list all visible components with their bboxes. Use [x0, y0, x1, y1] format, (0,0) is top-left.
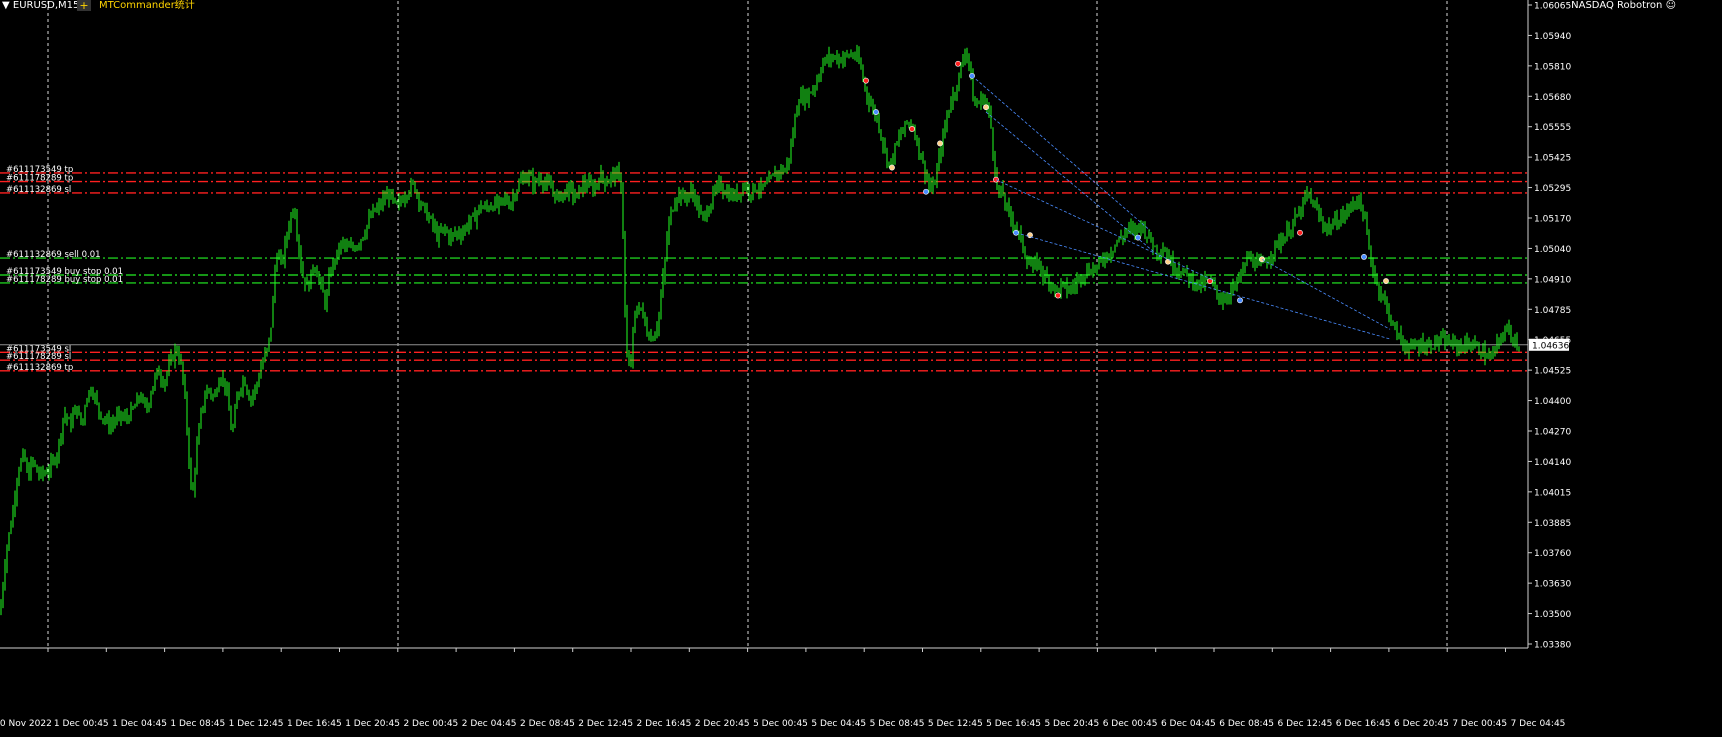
price-tick-label: 1.06065	[1534, 2, 1571, 12]
time-tick-label: 2 Dec 16:45	[637, 719, 692, 729]
trade-marker	[1237, 297, 1243, 304]
order-line-label: #611132869 sl	[6, 185, 71, 195]
add-indicator-button[interactable]: +	[77, 0, 91, 11]
time-tick-label: 6 Dec 00:45	[1103, 719, 1158, 729]
trade-marker	[1361, 254, 1367, 260]
chart-background	[0, 0, 1722, 734]
time-tick-label: 6 Dec 20:45	[1394, 719, 1449, 729]
order-line-label: #611178289 tp	[6, 174, 73, 184]
trade-marker	[983, 104, 989, 111]
price-tick-label: 1.05295	[1534, 184, 1571, 194]
price-tick-label: 1.03380	[1534, 641, 1571, 651]
trade-marker	[937, 140, 943, 147]
price-tick-label: 1.05940	[1534, 32, 1571, 42]
price-chart[interactable]: #611173549 tp#611178289 tp#611132869 sl#…	[0, 0, 1722, 734]
time-tick-label: 1 Dec 00:45	[54, 719, 109, 729]
time-tick-label: 7 Dec 04:45	[1511, 719, 1566, 729]
time-tick-label: 6 Dec 16:45	[1336, 719, 1391, 729]
price-tick-label: 1.03500	[1534, 610, 1571, 620]
price-tick-label: 1.04015	[1534, 488, 1571, 498]
expert-advisor-name: MTCommander统计	[99, 0, 195, 11]
order-line-label: #611132869 tp	[6, 363, 73, 373]
time-tick-label: 5 Dec 16:45	[986, 719, 1041, 729]
price-tick-label: 1.05680	[1534, 93, 1571, 103]
time-tick-label: 1 Dec 16:45	[287, 719, 342, 729]
time-tick-label: 2 Dec 20:45	[695, 719, 750, 729]
trade-marker	[993, 176, 999, 183]
price-tick-label: 1.05170	[1534, 215, 1571, 225]
time-tick-label: 2 Dec 04:45	[462, 719, 517, 729]
robot-status-label: NASDAQ Robotron ☺	[1571, 0, 1676, 11]
time-tick-label: 2 Dec 08:45	[520, 719, 575, 729]
trade-marker	[889, 164, 895, 171]
trade-marker	[923, 188, 929, 195]
price-tick-label: 1.05810	[1534, 62, 1571, 72]
time-tick-label: 2 Dec 00:45	[403, 719, 458, 729]
time-tick-label: 5 Dec 20:45	[1044, 719, 1099, 729]
price-tick-label: 1.04785	[1534, 306, 1571, 316]
price-tick-label: 1.04400	[1534, 397, 1571, 407]
time-tick-label: 5 Dec 08:45	[870, 719, 925, 729]
order-line-label: #611132869 sell 0.01	[6, 250, 101, 260]
time-tick-label: 7 Dec 00:45	[1452, 719, 1507, 729]
time-tick-label: 1 Dec 08:45	[170, 719, 225, 729]
symbol-text: EURUSD,M15	[12, 0, 80, 11]
time-tick-label: 6 Dec 12:45	[1278, 719, 1333, 729]
trade-marker	[1297, 229, 1303, 236]
chart-area[interactable]: #611173549 tp #611178289 tp #611132869 sl #…	[0, 0, 1722, 734]
price-tick-label: 1.04910	[1534, 275, 1571, 285]
time-tick-label: 6 Dec 08:45	[1219, 719, 1274, 729]
time-tick-label: 5 Dec 00:45	[753, 719, 808, 729]
order-line-label: #611178289 sl	[6, 352, 71, 362]
price-tick-label: 1.03760	[1534, 549, 1571, 559]
trade-marker	[863, 77, 869, 84]
current-price-label: 1.04636	[1532, 341, 1569, 351]
price-tick-label: 1.05555	[1534, 123, 1571, 133]
time-tick-label: 1 Dec 12:45	[229, 719, 284, 729]
price-tick-label: 1.05040	[1534, 245, 1571, 255]
order-line-label: #611178289 buy stop 0.01	[6, 275, 123, 285]
price-tick-label: 1.04270	[1534, 428, 1571, 438]
dropdown-triangle-icon[interactable]: ▼	[2, 0, 10, 11]
price-tick-label: 1.03885	[1534, 519, 1571, 529]
symbol-timeframe-label[interactable]: ▼ EURUSD,M15	[0, 0, 79, 12]
time-tick-label: 5 Dec 12:45	[928, 719, 983, 729]
trade-marker	[873, 109, 879, 115]
price-tick-label: 1.04140	[1534, 458, 1571, 468]
trade-marker	[1383, 278, 1389, 284]
time-tick-label: 5 Dec 04:45	[811, 719, 866, 729]
price-tick-label: 1.04525	[1534, 367, 1571, 377]
trade-marker	[955, 60, 961, 67]
time-tick-label: 1 Dec 20:45	[345, 719, 400, 729]
trade-marker	[909, 126, 915, 132]
time-tick-label: 30 Nov 2022	[0, 719, 52, 729]
time-tick-label: 1 Dec 04:45	[112, 719, 167, 729]
price-tick-label: 1.03630	[1534, 580, 1571, 590]
price-tick-label: 1.05425	[1534, 154, 1571, 164]
time-tick-label: 2 Dec 12:45	[578, 719, 633, 729]
time-tick-label: 6 Dec 04:45	[1161, 719, 1216, 729]
trade-marker	[1055, 292, 1061, 299]
